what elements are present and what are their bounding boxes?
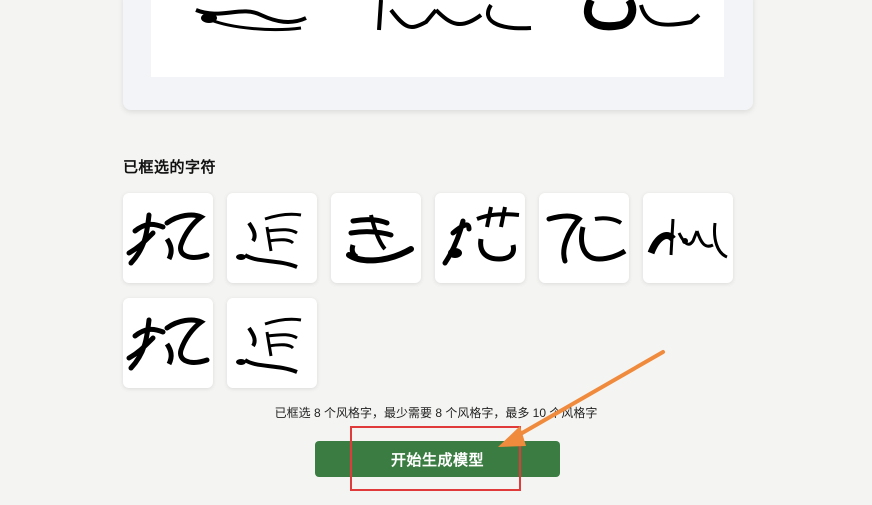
sample-image — [151, 0, 724, 77]
glyph-tile[interactable] — [227, 298, 317, 388]
glyph-tile[interactable] — [331, 193, 421, 283]
glyph-tile[interactable] — [123, 298, 213, 388]
selected-characters-title: 已框选的字符 — [123, 159, 217, 176]
glyph-tile[interactable] — [227, 193, 317, 283]
glyph-tile[interactable] — [539, 193, 629, 283]
glyph-tile[interactable] — [643, 193, 733, 283]
glyph-tile[interactable] — [435, 193, 525, 283]
selection-status-text: 已框选 8 个风格字，最少需要 8 个风格字，最多 10 个风格字 — [274, 406, 598, 420]
sample-image-card — [123, 0, 753, 110]
start-generate-model-button[interactable]: 开始生成模型 — [315, 441, 560, 477]
glyph-tile[interactable] — [123, 193, 213, 283]
